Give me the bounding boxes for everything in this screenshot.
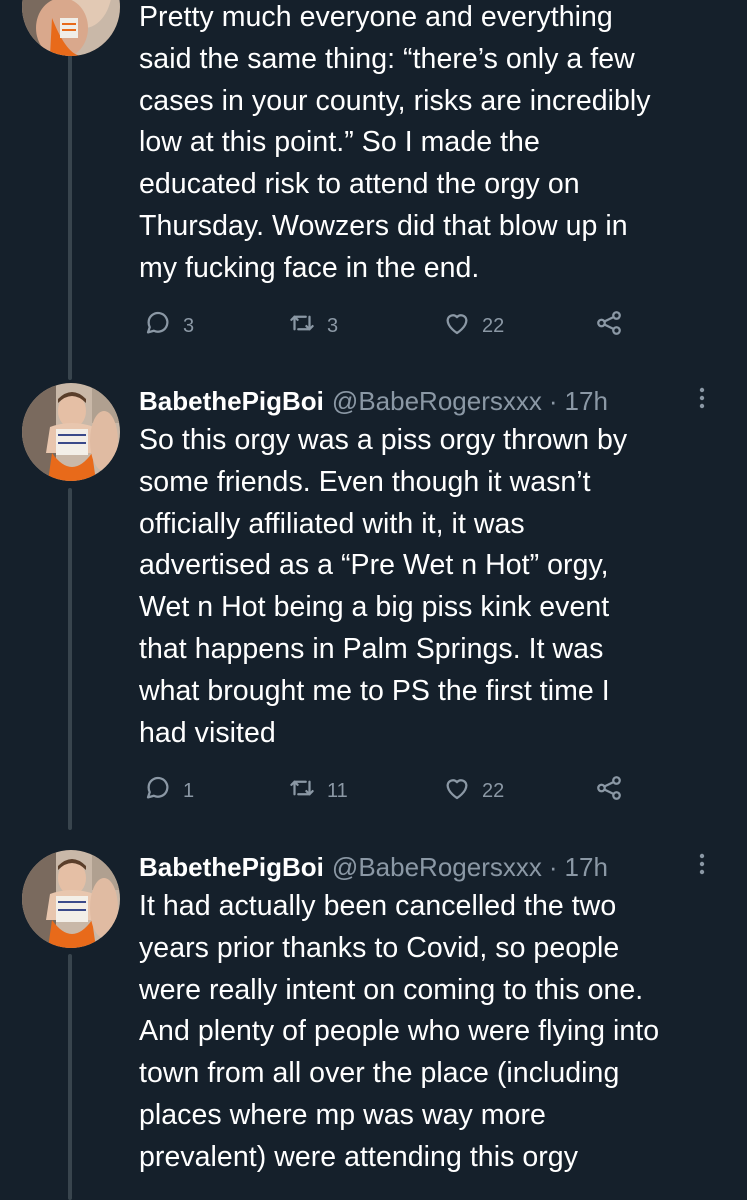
tweet-actions: 1 11 22 bbox=[139, 773, 639, 809]
tweet-text-line: said the same thing: “there’s only a few bbox=[139, 42, 635, 75]
more-options-icon[interactable] bbox=[695, 850, 709, 880]
tweet-body: BabethePigBoi @BabeRogersxxx · 17h So th… bbox=[139, 382, 739, 754]
display-name[interactable]: BabethePigBoi bbox=[139, 848, 324, 886]
thread-line bbox=[68, 488, 72, 830]
tweet-text-line: my fucking face in the end. bbox=[139, 251, 480, 284]
tweet-2[interactable]: BabethePigBoi @BabeRogersxxx · 17h So th… bbox=[0, 380, 747, 830]
tweet-1[interactable]: Pretty much everyone and everything said… bbox=[0, 0, 747, 380]
tweet-text-line: educated risk to attend the orgy on bbox=[139, 168, 580, 201]
heart-icon bbox=[442, 308, 472, 344]
tweet-actions: 3 3 22 bbox=[139, 308, 639, 344]
separator-dot: · bbox=[548, 386, 558, 416]
tweet-text-line: years prior thanks to Covid, so people bbox=[139, 931, 620, 964]
tweet-text-line: Wet n Hot being a big piss kink event bbox=[139, 591, 610, 624]
tweet-text: Pretty much everyone and everything said… bbox=[139, 0, 739, 290]
heart-icon bbox=[442, 773, 472, 809]
like-count: 22 bbox=[482, 314, 505, 337]
avatar[interactable] bbox=[22, 0, 120, 56]
like-button[interactable]: 22 bbox=[442, 308, 504, 344]
avatar[interactable] bbox=[22, 383, 120, 481]
reply-icon bbox=[143, 773, 173, 809]
tweet-text-line: officially affiliated with it, it was bbox=[139, 507, 525, 540]
tweet-text-line: So this orgy was a piss orgy thrown by bbox=[139, 424, 628, 456]
thread-line bbox=[68, 50, 72, 380]
retweet-button[interactable]: 3 bbox=[287, 308, 338, 344]
tweet-text-line: that happens in Palm Springs. It was bbox=[139, 632, 604, 665]
reply-button[interactable]: 1 bbox=[143, 773, 194, 809]
tweet-body: Pretty much everyone and everything said… bbox=[139, 0, 739, 290]
reply-count: 1 bbox=[183, 779, 195, 802]
retweet-button[interactable]: 11 bbox=[287, 773, 348, 809]
tweet-text-line: advertised as a “Pre Wet n Hot” orgy, bbox=[139, 549, 609, 582]
tweet-text-line: And plenty of people who were flying int… bbox=[139, 1015, 660, 1048]
tweet-text-line: Pretty much everyone and everything bbox=[139, 1, 613, 33]
tweet-text-line: It had actually been cancelled the two bbox=[139, 890, 617, 922]
like-button[interactable]: 22 bbox=[442, 773, 504, 809]
retweet-count: 11 bbox=[327, 779, 348, 802]
tweet-text-line: some friends. Even though it wasn’t bbox=[139, 465, 591, 498]
tweet-text-line: town from all over the place (including bbox=[139, 1057, 620, 1090]
tweet-header: BabethePigBoi @BabeRogersxxx · 17h bbox=[139, 848, 739, 886]
avatar[interactable] bbox=[22, 850, 120, 948]
thread-line bbox=[68, 954, 72, 1200]
reply-count: 3 bbox=[183, 314, 195, 337]
retweet-count: 3 bbox=[327, 314, 339, 337]
tweet-3[interactable]: BabethePigBoi @BabeRogersxxx · 17h It ha… bbox=[0, 830, 747, 1200]
share-icon bbox=[594, 773, 624, 809]
share-icon bbox=[594, 308, 624, 344]
display-name[interactable]: BabethePigBoi bbox=[139, 382, 324, 420]
more-options-icon[interactable] bbox=[695, 384, 709, 414]
tweet-text: It had actually been cancelled the two y… bbox=[139, 886, 739, 1179]
reply-button[interactable]: 3 bbox=[143, 308, 194, 344]
tweet-text-line: were really intent on coming to this one… bbox=[139, 973, 644, 1006]
reply-icon bbox=[143, 308, 173, 344]
user-handle[interactable]: @BabeRogersxxx bbox=[332, 382, 542, 420]
tweet-text-line: low at this point.” So I made the bbox=[139, 126, 540, 159]
timestamp[interactable]: 17h bbox=[565, 848, 608, 886]
user-handle[interactable]: @BabeRogersxxx bbox=[332, 848, 542, 886]
tweet-text: So this orgy was a piss orgy thrown by s… bbox=[139, 420, 739, 754]
tweet-text-line: prevalent) were attending this orgy bbox=[139, 1140, 578, 1173]
share-button[interactable] bbox=[594, 308, 624, 344]
tweet-text-line: cases in your county, risks are incredib… bbox=[139, 84, 651, 117]
timestamp[interactable]: 17h bbox=[565, 382, 608, 420]
tweet-text-line: places where mp was way more bbox=[139, 1098, 546, 1131]
tweet-body: BabethePigBoi @BabeRogersxxx · 17h It ha… bbox=[139, 848, 739, 1179]
tweet-text-line: what brought me to PS the first time I bbox=[139, 674, 610, 707]
retweet-icon bbox=[287, 308, 317, 344]
like-count: 22 bbox=[482, 779, 505, 802]
retweet-icon bbox=[287, 773, 317, 809]
tweet-text-line: Thursday. Wowzers did that blow up in bbox=[139, 209, 628, 242]
tweet-text-line: had visited bbox=[139, 716, 276, 749]
share-button[interactable] bbox=[594, 773, 624, 809]
separator-dot: · bbox=[548, 852, 558, 882]
tweet-header: BabethePigBoi @BabeRogersxxx · 17h bbox=[139, 382, 739, 420]
